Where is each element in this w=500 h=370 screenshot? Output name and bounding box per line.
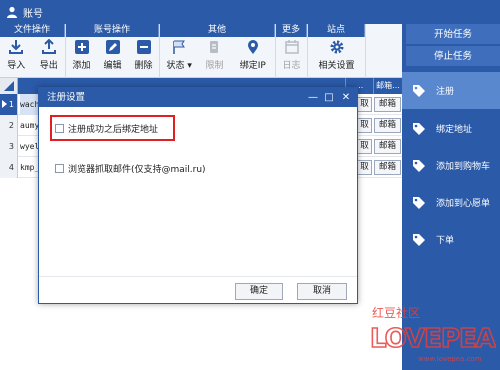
group-title: 其他 xyxy=(160,24,275,37)
mailbox-button[interactable]: 邮箱 xyxy=(374,160,401,175)
edit-icon xyxy=(105,40,120,54)
mailbox-button[interactable]: 邮箱 xyxy=(374,139,401,154)
select-all-corner[interactable] xyxy=(0,78,18,94)
export-button[interactable]: 导出 xyxy=(34,39,64,71)
group-other: 其他 状态 ▾ 限制 绑定IP xyxy=(160,24,276,78)
fetch-button[interactable]: 取 xyxy=(357,160,372,175)
delete-button[interactable]: 删除 xyxy=(129,39,159,71)
title-bar: 账号 xyxy=(0,0,500,24)
tag-icon xyxy=(413,84,425,97)
side-item-place-order[interactable]: 下单 xyxy=(402,221,500,258)
stop-task-button[interactable]: 停止任务 xyxy=(406,46,500,67)
close-button[interactable]: ✕ xyxy=(339,88,353,107)
corner-triangle-icon xyxy=(4,81,14,91)
row-number: 2 xyxy=(0,115,18,136)
status-button[interactable]: 状态 ▾ xyxy=(162,39,196,71)
import-icon xyxy=(9,40,24,54)
fetch-button[interactable]: 取 xyxy=(357,139,372,154)
group-file: 文件操作 导入 导出 xyxy=(0,24,66,78)
watermark-logo: 红豆社区 LOVEPEA www.lovepea.com xyxy=(369,305,497,363)
log-button[interactable]: 日志 xyxy=(277,39,307,71)
bind-address-checkbox[interactable] xyxy=(55,124,64,133)
side-item-register[interactable]: 注册 xyxy=(402,72,500,109)
toolbar: 文件操作 导入 导出 账号操作 添加 编辑 删除 其他 状态 ▾ 限制 绑定IP… xyxy=(0,24,402,78)
group-title: 账号操作 xyxy=(66,24,159,37)
group-title: 站点 xyxy=(308,24,365,37)
cancel-button[interactable]: 取消 xyxy=(297,283,347,300)
mailbox-button[interactable]: 邮箱 xyxy=(374,118,401,133)
location-pin-icon xyxy=(247,40,258,54)
dialog-title: 注册设置 xyxy=(47,92,86,103)
lovepea-watermark: 红豆社区 LOVEPEA www.lovepea.com xyxy=(368,303,497,365)
dialog-divider xyxy=(39,276,357,277)
bind-ip-button[interactable]: 绑定IP xyxy=(233,39,273,71)
tag-icon xyxy=(413,233,425,246)
gear-icon xyxy=(330,40,343,54)
group-more: 更多 日志 xyxy=(276,24,308,78)
group-title: 更多 xyxy=(276,24,307,37)
mailbox-button[interactable]: 邮箱 xyxy=(374,97,401,112)
column-header-mail[interactable]: 邮箱... xyxy=(373,78,402,94)
edit-button[interactable]: 编辑 xyxy=(98,39,128,71)
row-number: 4 xyxy=(0,157,18,178)
fetch-button[interactable]: 取 xyxy=(357,97,372,112)
browser-mail-option[interactable]: 浏览器抓取邮件(仅支持@mail.ru) xyxy=(55,162,206,175)
svg-text:www.lovepea.com: www.lovepea.com xyxy=(418,355,482,363)
tag-icon xyxy=(413,196,425,209)
side-item-bind-address[interactable]: 绑定地址 xyxy=(402,110,500,147)
plus-icon xyxy=(74,40,89,54)
side-item-add-to-wishlist[interactable]: 添加到心愿单 xyxy=(402,184,500,221)
import-button[interactable]: 导入 xyxy=(1,39,31,71)
ok-button[interactable]: 确定 xyxy=(235,283,283,300)
user-icon xyxy=(7,6,17,18)
group-site: 站点 相关设置 xyxy=(308,24,366,78)
browser-mail-label: 浏览器抓取邮件(仅支持@mail.ru) xyxy=(68,165,206,175)
minimize-button[interactable]: — xyxy=(306,88,320,107)
fetch-button[interactable]: 取 xyxy=(357,118,372,133)
group-account: 账号操作 添加 编辑 删除 xyxy=(66,24,160,78)
window-title: 账号 xyxy=(23,8,43,20)
dialog-title-bar: 注册设置 — □ ✕ xyxy=(39,88,357,107)
maximize-button[interactable]: □ xyxy=(322,88,336,107)
limit-button[interactable]: 限制 xyxy=(200,39,228,71)
side-item-add-to-cart[interactable]: 添加到购物车 xyxy=(402,147,500,184)
add-button[interactable]: 添加 xyxy=(67,39,97,71)
row-number: 3 xyxy=(0,136,18,157)
site-settings-button[interactable]: 相关设置 xyxy=(311,39,363,71)
tag-icon xyxy=(413,159,425,172)
export-icon xyxy=(41,39,56,54)
register-settings-dialog: 注册设置 — □ ✕ 注册成功之后绑定地址 浏览器抓取邮件(仅支持@mail.r… xyxy=(38,87,358,304)
bind-address-option[interactable]: 注册成功之后绑定地址 xyxy=(55,122,158,135)
browser-mail-checkbox[interactable] xyxy=(55,164,64,173)
group-title: 文件操作 xyxy=(0,24,65,37)
calendar-icon xyxy=(284,40,299,54)
start-task-button[interactable]: 开始任务 xyxy=(406,24,500,45)
svg-text:LOVEPEA: LOVEPEA xyxy=(370,324,496,354)
tag-icon xyxy=(413,122,425,135)
bind-address-label: 注册成功之后绑定地址 xyxy=(68,125,159,135)
filter-icon xyxy=(210,41,219,53)
minus-icon xyxy=(136,40,151,54)
svg-text:红豆社区: 红豆社区 xyxy=(372,305,420,320)
current-row-marker xyxy=(2,100,7,108)
flag-icon xyxy=(173,40,186,54)
row-number: 1 xyxy=(0,94,18,115)
